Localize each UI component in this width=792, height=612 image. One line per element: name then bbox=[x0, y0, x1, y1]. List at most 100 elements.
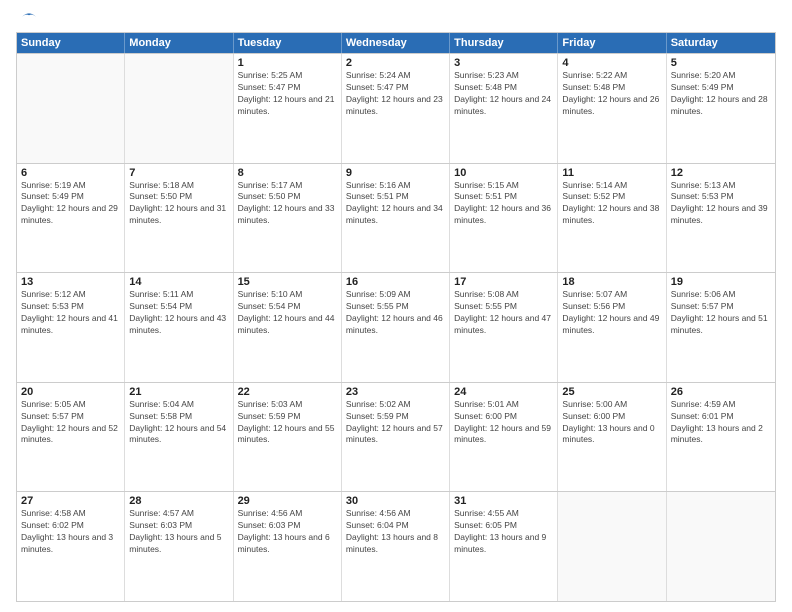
day-number: 11 bbox=[562, 167, 661, 179]
day-number: 5 bbox=[671, 57, 771, 69]
day-number: 14 bbox=[129, 276, 228, 288]
day-number: 16 bbox=[346, 276, 445, 288]
day-cell-1: 1Sunrise: 5:25 AM Sunset: 5:47 PM Daylig… bbox=[234, 54, 342, 163]
day-info: Sunrise: 5:12 AM Sunset: 5:53 PM Dayligh… bbox=[21, 289, 120, 337]
week-row-3: 13Sunrise: 5:12 AM Sunset: 5:53 PM Dayli… bbox=[17, 272, 775, 382]
day-info: Sunrise: 5:24 AM Sunset: 5:47 PM Dayligh… bbox=[346, 70, 445, 118]
day-info: Sunrise: 5:02 AM Sunset: 5:59 PM Dayligh… bbox=[346, 399, 445, 447]
day-cell-17: 17Sunrise: 5:08 AM Sunset: 5:55 PM Dayli… bbox=[450, 273, 558, 382]
day-number: 24 bbox=[454, 386, 553, 398]
day-number: 4 bbox=[562, 57, 661, 69]
day-cell-21: 21Sunrise: 5:04 AM Sunset: 5:58 PM Dayli… bbox=[125, 383, 233, 492]
day-info: Sunrise: 5:22 AM Sunset: 5:48 PM Dayligh… bbox=[562, 70, 661, 118]
day-cell-22: 22Sunrise: 5:03 AM Sunset: 5:59 PM Dayli… bbox=[234, 383, 342, 492]
header bbox=[16, 12, 776, 26]
day-info: Sunrise: 5:19 AM Sunset: 5:49 PM Dayligh… bbox=[21, 180, 120, 228]
day-info: Sunrise: 5:18 AM Sunset: 5:50 PM Dayligh… bbox=[129, 180, 228, 228]
day-number: 18 bbox=[562, 276, 661, 288]
day-info: Sunrise: 5:05 AM Sunset: 5:57 PM Dayligh… bbox=[21, 399, 120, 447]
logo-icon bbox=[20, 8, 38, 26]
day-cell-20: 20Sunrise: 5:05 AM Sunset: 5:57 PM Dayli… bbox=[17, 383, 125, 492]
day-cell-28: 28Sunrise: 4:57 AM Sunset: 6:03 PM Dayli… bbox=[125, 492, 233, 601]
day-info: Sunrise: 5:20 AM Sunset: 5:49 PM Dayligh… bbox=[671, 70, 771, 118]
day-number: 9 bbox=[346, 167, 445, 179]
logo bbox=[16, 12, 38, 26]
day-cell-empty bbox=[125, 54, 233, 163]
day-number: 15 bbox=[238, 276, 337, 288]
day-number: 17 bbox=[454, 276, 553, 288]
day-number: 31 bbox=[454, 495, 553, 507]
day-number: 23 bbox=[346, 386, 445, 398]
day-info: Sunrise: 5:08 AM Sunset: 5:55 PM Dayligh… bbox=[454, 289, 553, 337]
week-row-2: 6Sunrise: 5:19 AM Sunset: 5:49 PM Daylig… bbox=[17, 163, 775, 273]
day-number: 26 bbox=[671, 386, 771, 398]
day-cell-4: 4Sunrise: 5:22 AM Sunset: 5:48 PM Daylig… bbox=[558, 54, 666, 163]
day-info: Sunrise: 5:10 AM Sunset: 5:54 PM Dayligh… bbox=[238, 289, 337, 337]
day-cell-empty bbox=[558, 492, 666, 601]
day-info: Sunrise: 4:56 AM Sunset: 6:03 PM Dayligh… bbox=[238, 508, 337, 556]
day-number: 28 bbox=[129, 495, 228, 507]
day-cell-15: 15Sunrise: 5:10 AM Sunset: 5:54 PM Dayli… bbox=[234, 273, 342, 382]
day-number: 1 bbox=[238, 57, 337, 69]
day-number: 20 bbox=[21, 386, 120, 398]
day-info: Sunrise: 5:07 AM Sunset: 5:56 PM Dayligh… bbox=[562, 289, 661, 337]
weekday-header-tuesday: Tuesday bbox=[234, 33, 342, 53]
page: SundayMondayTuesdayWednesdayThursdayFrid… bbox=[0, 0, 792, 612]
day-info: Sunrise: 5:09 AM Sunset: 5:55 PM Dayligh… bbox=[346, 289, 445, 337]
day-number: 27 bbox=[21, 495, 120, 507]
day-number: 13 bbox=[21, 276, 120, 288]
calendar-body: 1Sunrise: 5:25 AM Sunset: 5:47 PM Daylig… bbox=[17, 53, 775, 601]
day-cell-11: 11Sunrise: 5:14 AM Sunset: 5:52 PM Dayli… bbox=[558, 164, 666, 273]
weekday-header-friday: Friday bbox=[558, 33, 666, 53]
day-number: 12 bbox=[671, 167, 771, 179]
day-info: Sunrise: 5:23 AM Sunset: 5:48 PM Dayligh… bbox=[454, 70, 553, 118]
day-info: Sunrise: 5:11 AM Sunset: 5:54 PM Dayligh… bbox=[129, 289, 228, 337]
day-number: 21 bbox=[129, 386, 228, 398]
day-info: Sunrise: 5:16 AM Sunset: 5:51 PM Dayligh… bbox=[346, 180, 445, 228]
day-info: Sunrise: 5:01 AM Sunset: 6:00 PM Dayligh… bbox=[454, 399, 553, 447]
day-info: Sunrise: 5:25 AM Sunset: 5:47 PM Dayligh… bbox=[238, 70, 337, 118]
day-cell-16: 16Sunrise: 5:09 AM Sunset: 5:55 PM Dayli… bbox=[342, 273, 450, 382]
day-number: 19 bbox=[671, 276, 771, 288]
day-info: Sunrise: 5:00 AM Sunset: 6:00 PM Dayligh… bbox=[562, 399, 661, 447]
day-cell-12: 12Sunrise: 5:13 AM Sunset: 5:53 PM Dayli… bbox=[667, 164, 775, 273]
day-number: 8 bbox=[238, 167, 337, 179]
day-info: Sunrise: 4:56 AM Sunset: 6:04 PM Dayligh… bbox=[346, 508, 445, 556]
day-cell-6: 6Sunrise: 5:19 AM Sunset: 5:49 PM Daylig… bbox=[17, 164, 125, 273]
day-cell-24: 24Sunrise: 5:01 AM Sunset: 6:00 PM Dayli… bbox=[450, 383, 558, 492]
day-cell-14: 14Sunrise: 5:11 AM Sunset: 5:54 PM Dayli… bbox=[125, 273, 233, 382]
day-info: Sunrise: 5:06 AM Sunset: 5:57 PM Dayligh… bbox=[671, 289, 771, 337]
day-info: Sunrise: 4:55 AM Sunset: 6:05 PM Dayligh… bbox=[454, 508, 553, 556]
day-number: 2 bbox=[346, 57, 445, 69]
day-cell-23: 23Sunrise: 5:02 AM Sunset: 5:59 PM Dayli… bbox=[342, 383, 450, 492]
day-cell-18: 18Sunrise: 5:07 AM Sunset: 5:56 PM Dayli… bbox=[558, 273, 666, 382]
day-cell-25: 25Sunrise: 5:00 AM Sunset: 6:00 PM Dayli… bbox=[558, 383, 666, 492]
day-cell-2: 2Sunrise: 5:24 AM Sunset: 5:47 PM Daylig… bbox=[342, 54, 450, 163]
week-row-4: 20Sunrise: 5:05 AM Sunset: 5:57 PM Dayli… bbox=[17, 382, 775, 492]
day-number: 10 bbox=[454, 167, 553, 179]
day-number: 29 bbox=[238, 495, 337, 507]
week-row-1: 1Sunrise: 5:25 AM Sunset: 5:47 PM Daylig… bbox=[17, 53, 775, 163]
day-cell-26: 26Sunrise: 4:59 AM Sunset: 6:01 PM Dayli… bbox=[667, 383, 775, 492]
day-number: 3 bbox=[454, 57, 553, 69]
day-number: 25 bbox=[562, 386, 661, 398]
day-info: Sunrise: 5:04 AM Sunset: 5:58 PM Dayligh… bbox=[129, 399, 228, 447]
weekday-header-sunday: Sunday bbox=[17, 33, 125, 53]
calendar-header: SundayMondayTuesdayWednesdayThursdayFrid… bbox=[17, 33, 775, 53]
calendar: SundayMondayTuesdayWednesdayThursdayFrid… bbox=[16, 32, 776, 602]
week-row-5: 27Sunrise: 4:58 AM Sunset: 6:02 PM Dayli… bbox=[17, 491, 775, 601]
day-cell-empty bbox=[667, 492, 775, 601]
day-number: 30 bbox=[346, 495, 445, 507]
day-cell-8: 8Sunrise: 5:17 AM Sunset: 5:50 PM Daylig… bbox=[234, 164, 342, 273]
day-cell-5: 5Sunrise: 5:20 AM Sunset: 5:49 PM Daylig… bbox=[667, 54, 775, 163]
day-cell-10: 10Sunrise: 5:15 AM Sunset: 5:51 PM Dayli… bbox=[450, 164, 558, 273]
weekday-header-monday: Monday bbox=[125, 33, 233, 53]
day-cell-27: 27Sunrise: 4:58 AM Sunset: 6:02 PM Dayli… bbox=[17, 492, 125, 601]
day-info: Sunrise: 4:59 AM Sunset: 6:01 PM Dayligh… bbox=[671, 399, 771, 447]
day-info: Sunrise: 4:57 AM Sunset: 6:03 PM Dayligh… bbox=[129, 508, 228, 556]
weekday-header-wednesday: Wednesday bbox=[342, 33, 450, 53]
day-cell-29: 29Sunrise: 4:56 AM Sunset: 6:03 PM Dayli… bbox=[234, 492, 342, 601]
day-cell-3: 3Sunrise: 5:23 AM Sunset: 5:48 PM Daylig… bbox=[450, 54, 558, 163]
day-number: 6 bbox=[21, 167, 120, 179]
day-number: 22 bbox=[238, 386, 337, 398]
